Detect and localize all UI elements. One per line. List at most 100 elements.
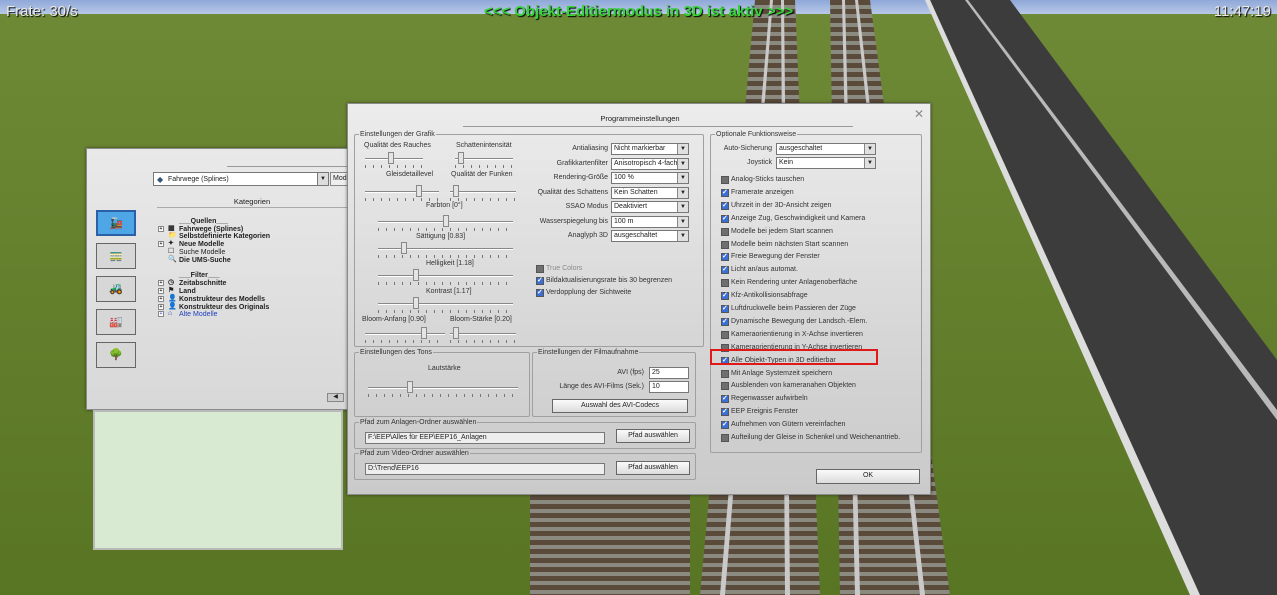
- graphics-slider[interactable]: [378, 242, 513, 258]
- expand-icon[interactable]: +: [158, 303, 164, 310]
- scroll-left-button[interactable]: ◀: [327, 393, 344, 402]
- slider-thumb[interactable]: [413, 297, 419, 309]
- option-select[interactable]: 100 % ▼: [611, 172, 689, 184]
- expand-icon[interactable]: +: [158, 311, 164, 318]
- checkbox-option[interactable]: Bildaktualisierungsrate bis 30 begrenzen: [536, 276, 672, 286]
- checkbox-option[interactable]: Anzeige Zug, Geschwindigkeit und Kamera: [721, 214, 865, 224]
- checkbox-option[interactable]: Analog-Sticks tauschen: [721, 175, 804, 185]
- checkbox-icon[interactable]: [721, 176, 729, 184]
- avi-codec-button[interactable]: Auswahl des AVI-Codecs: [552, 399, 688, 413]
- checkbox-icon[interactable]: [721, 317, 729, 326]
- graphics-slider[interactable]: [365, 152, 423, 168]
- layout-path-field[interactable]: F:\EEP\Alles für EEP\EEP16_Anlagen: [365, 432, 605, 444]
- checkbox-option[interactable]: Kein Rendering unter Anlagenoberfläche: [721, 278, 857, 288]
- volume-slider[interactable]: [368, 381, 518, 397]
- checkbox-icon[interactable]: [721, 201, 729, 210]
- checkbox-option[interactable]: Mit Anlage Systemzeit speichern: [721, 369, 832, 379]
- graphics-slider[interactable]: [450, 327, 516, 343]
- checkbox-option[interactable]: Uhrzeit in der 3D-Ansicht zeigen: [721, 201, 831, 211]
- option-select[interactable]: 100 m ▼: [611, 215, 689, 228]
- expand-icon[interactable]: +: [158, 241, 164, 248]
- slider-thumb[interactable]: [453, 185, 459, 197]
- chevron-down-icon[interactable]: ▼: [677, 144, 688, 154]
- graphics-slider[interactable]: [455, 152, 513, 168]
- checkbox-icon[interactable]: [721, 407, 729, 417]
- close-icon[interactable]: ✕: [914, 107, 924, 121]
- checkbox-option[interactable]: Licht an/aus automat.: [721, 265, 798, 275]
- slider-thumb[interactable]: [458, 152, 464, 164]
- wagon-icon[interactable]: 🚃: [96, 243, 136, 269]
- checkbox-icon[interactable]: [721, 227, 729, 236]
- checkbox-option[interactable]: Dynamische Bewegung der Landsch.-Elem.: [721, 317, 867, 327]
- checkbox-icon[interactable]: [721, 265, 729, 275]
- chevron-down-icon[interactable]: ▼: [317, 173, 328, 185]
- expand-icon[interactable]: +: [158, 287, 164, 294]
- checkbox-option[interactable]: Verdopplung der Sichtweite: [536, 288, 631, 298]
- checkbox-icon[interactable]: [721, 291, 729, 301]
- avi-fps-input[interactable]: 25: [649, 367, 689, 379]
- tree-item[interactable]: 📁 Selbstdefinierte Kategorien: [157, 232, 337, 241]
- checkbox-option[interactable]: Aufteilung der Gleise in Schenkel und We…: [721, 433, 900, 443]
- graphics-slider[interactable]: [378, 269, 513, 285]
- checkbox-option[interactable]: Kameraorientierung in X-Achse invertiere…: [721, 330, 863, 340]
- checkbox-icon[interactable]: [721, 382, 729, 391]
- checkbox-option[interactable]: Modelle beim nächsten Start scannen: [721, 240, 848, 250]
- expand-icon[interactable]: +: [158, 280, 164, 287]
- option-select[interactable]: Kein Schatten ▼: [611, 186, 689, 199]
- graphics-slider[interactable]: [450, 185, 516, 201]
- tree-item[interactable]: ☐ Suche Modelle: [157, 248, 337, 257]
- checkbox-icon[interactable]: [721, 252, 729, 262]
- tree-item[interactable]: + ▦ Fahrwege (Splines): [157, 225, 337, 234]
- slider-thumb[interactable]: [388, 152, 394, 164]
- option-select[interactable]: Deaktiviert ▼: [611, 201, 689, 213]
- video-path-field[interactable]: D:\Trend\EEP16: [365, 463, 605, 475]
- checkbox-option[interactable]: Regenwasser aufwirbeln: [721, 394, 808, 404]
- slider-thumb[interactable]: [416, 185, 422, 197]
- chevron-down-icon[interactable]: ▼: [677, 202, 688, 212]
- joystick-select[interactable]: Kein ▼: [776, 157, 876, 169]
- checkbox-icon[interactable]: [721, 434, 729, 442]
- ok-button[interactable]: OK: [816, 469, 920, 484]
- graphics-slider[interactable]: [378, 297, 513, 313]
- checkbox-icon[interactable]: [721, 394, 729, 404]
- graphics-slider[interactable]: [378, 215, 513, 231]
- crane-vehicle-icon[interactable]: 🚜: [96, 276, 136, 302]
- checkbox-icon[interactable]: [536, 276, 544, 285]
- locomotive-icon[interactable]: 🚂: [96, 210, 136, 236]
- checkbox-option[interactable]: Freie Bewegung der Fenster: [721, 252, 820, 262]
- chevron-down-icon[interactable]: ▼: [677, 231, 688, 241]
- checkbox-option[interactable]: Framerate anzeigen: [721, 188, 794, 198]
- expand-icon[interactable]: +: [158, 225, 164, 232]
- tree-item[interactable]: ___Filter___: [157, 272, 337, 280]
- checkbox-option[interactable]: Aufnehmen von Gütern vereinfachen: [721, 420, 845, 430]
- checkbox-icon[interactable]: [721, 188, 729, 197]
- slider-thumb[interactable]: [443, 215, 449, 227]
- checkbox-icon[interactable]: [721, 369, 729, 378]
- landscape-icon[interactable]: 🌳: [96, 342, 136, 368]
- checkbox-icon[interactable]: [721, 279, 729, 288]
- checkbox-icon[interactable]: [721, 330, 729, 339]
- checkbox-icon[interactable]: [721, 240, 729, 249]
- layout-path-button[interactable]: Pfad auswählen: [616, 429, 690, 443]
- slider-thumb[interactable]: [413, 269, 419, 281]
- expand-icon[interactable]: +: [158, 295, 164, 302]
- graphics-slider[interactable]: [365, 185, 439, 201]
- tree-item[interactable]: + ✦ Neue Modelle: [157, 240, 337, 249]
- slider-thumb[interactable]: [401, 242, 407, 254]
- chevron-down-icon[interactable]: ▼: [864, 158, 875, 168]
- checkbox-option[interactable]: Kfz-Antikollisionsabfrage: [721, 291, 808, 301]
- checkbox-option[interactable]: Ausblenden von kameranahen Objekten: [721, 381, 856, 391]
- slider-thumb[interactable]: [421, 327, 427, 339]
- checkbox-option[interactable]: Luftdruckwelle beim Passieren der Züge: [721, 304, 856, 314]
- tree-item[interactable]: + ⌂ Alte Modelle: [157, 310, 337, 319]
- checkbox-icon[interactable]: [721, 420, 729, 430]
- video-path-button[interactable]: Pfad auswählen: [616, 461, 690, 475]
- avi-length-input[interactable]: 10: [649, 381, 689, 393]
- tree-item[interactable]: + 👤 Konstrukteur des Originals: [157, 303, 337, 312]
- checkbox-icon[interactable]: [536, 265, 544, 273]
- chevron-down-icon[interactable]: ▼: [677, 173, 688, 183]
- autosave-select[interactable]: ausgeschaltet ▼: [776, 143, 876, 155]
- checkbox-icon[interactable]: [536, 288, 544, 297]
- checkbox-icon[interactable]: [721, 214, 729, 223]
- tree-item[interactable]: + ⚑ Land: [157, 287, 337, 296]
